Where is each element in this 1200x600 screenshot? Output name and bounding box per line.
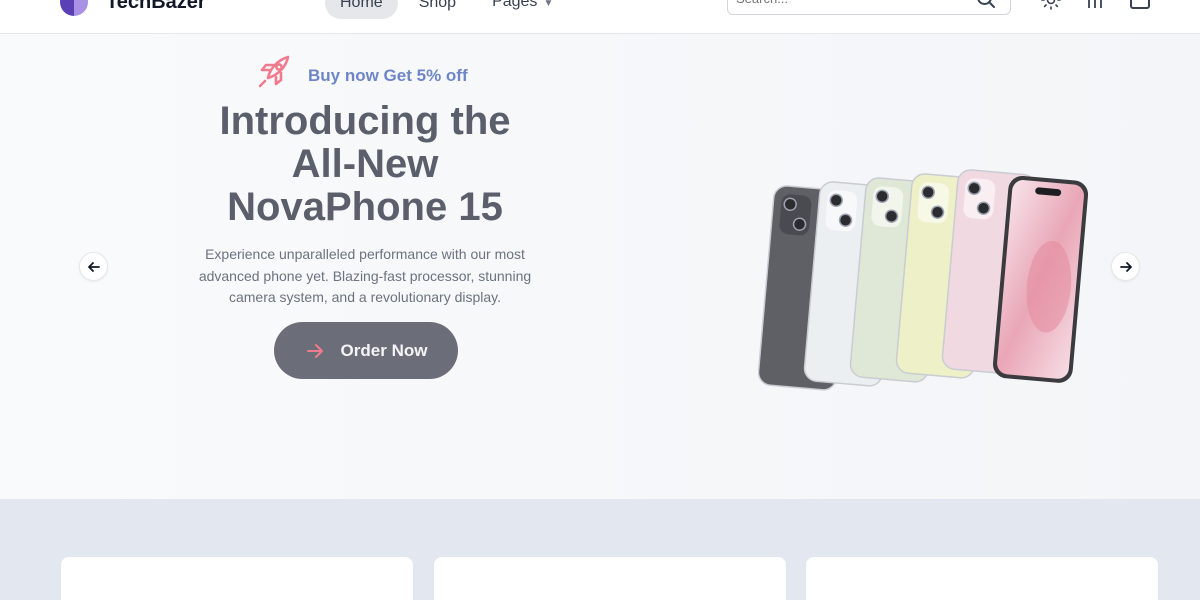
arrow-left-icon <box>87 261 100 272</box>
nav-link-shop[interactable]: Shop <box>404 0 471 19</box>
rocket-icon <box>258 55 290 88</box>
hero-title-line-1: Introducing the <box>219 99 511 143</box>
hero-title-line-2: All-New <box>291 142 439 186</box>
order-now-button[interactable]: Order Now <box>274 322 458 379</box>
nav-link-pages-label: Pages <box>492 0 538 10</box>
nav-link-pages[interactable]: Pages ▼ <box>477 0 568 20</box>
hero-description: Experience unparalleled performance with… <box>198 246 532 305</box>
order-now-label: Order Now <box>340 340 428 360</box>
hero-title: Introducing the All-New NovaPhone 15 <box>160 100 570 229</box>
brand-logo[interactable]: TechBazer <box>60 0 206 16</box>
main-nav: Home Shop Pages ▼ <box>325 0 568 20</box>
search-icon[interactable] <box>976 0 996 9</box>
arrow-right-icon <box>306 343 323 358</box>
carousel-next-button[interactable] <box>1111 252 1140 281</box>
navbar: TechBazer Home Shop Pages ▼ <box>0 0 1200 34</box>
promo-text: Buy now Get 5% off <box>308 66 468 85</box>
brand-name: TechBazer <box>106 0 206 13</box>
carousel-prev-button[interactable] <box>79 252 108 281</box>
product-image <box>758 169 1088 391</box>
promo-banner: Buy now Get 5% off <box>256 54 468 90</box>
hero-title-line-3: NovaPhone 15 <box>227 185 503 229</box>
nav-link-home[interactable]: Home <box>325 0 398 19</box>
category-card[interactable] <box>61 557 413 600</box>
category-section <box>0 499 1200 600</box>
search-bar <box>727 0 1011 15</box>
category-card[interactable] <box>806 557 1158 600</box>
search-input[interactable] <box>736 0 966 6</box>
chevron-down-icon: ▼ <box>543 0 554 9</box>
theme-toggle-icon[interactable] <box>1041 0 1061 10</box>
logo-icon <box>60 0 88 16</box>
compare-icon[interactable] <box>1085 0 1105 10</box>
cart-icon[interactable] <box>1129 0 1151 10</box>
hero-carousel: Buy now Get 5% off Introducing the All-N… <box>0 34 1200 499</box>
arrow-right-icon <box>1119 261 1132 272</box>
category-card[interactable] <box>434 557 786 600</box>
